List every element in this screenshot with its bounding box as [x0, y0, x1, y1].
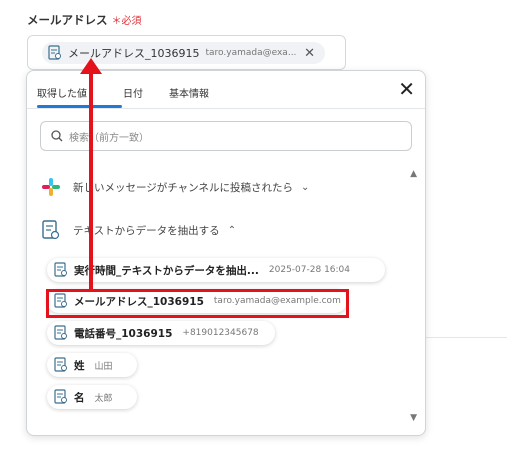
- chevron-down-icon: ⌄: [300, 181, 310, 193]
- search-input[interactable]: 検索（前方一致）: [40, 121, 412, 151]
- scroll-up-icon[interactable]: ▲: [410, 169, 417, 179]
- tab-retrieved-values[interactable]: 取得した値: [37, 85, 87, 100]
- document-icon: [54, 357, 67, 372]
- group-slack-trigger[interactable]: 新しいメッセージがチャンネルに投稿されたら ⌄: [41, 177, 309, 197]
- slack-icon: [42, 178, 60, 196]
- document-icon: [54, 389, 67, 404]
- value-picker-panel: 取得した値 日付 基本情報 ✕ 検索（前方一致） ▲ ▼ 新しいメッセージがチャ…: [26, 70, 426, 436]
- required-mark: ＊必須: [111, 16, 142, 27]
- item-value: 山田: [94, 361, 113, 372]
- list-item[interactable]: 電話番号_1036915 +819012345678: [47, 321, 275, 345]
- email-field[interactable]: メールアドレス_1036915 taro.yamada@exa... ✕: [27, 35, 346, 70]
- chip-value: taro.yamada@exa...: [205, 48, 297, 58]
- close-icon[interactable]: ✕: [304, 46, 315, 61]
- group-extract-text[interactable]: テキストからデータを抽出する ⌃: [41, 219, 236, 241]
- item-value: +819012345678: [182, 328, 259, 338]
- search-placeholder: 検索（前方一致）: [69, 132, 149, 144]
- tab-date[interactable]: 日付: [123, 85, 143, 100]
- group-label: テキストからデータを抽出する: [73, 224, 220, 237]
- close-icon[interactable]: ✕: [398, 79, 415, 99]
- tab-bar: 取得した値 日付 基本情報 ✕: [27, 71, 425, 109]
- search-icon: [51, 130, 63, 142]
- tab-basic-info[interactable]: 基本情報: [169, 85, 209, 100]
- item-value: 太郎: [94, 393, 113, 404]
- scroll-down-icon[interactable]: ▼: [410, 413, 417, 423]
- list-item[interactable]: 実行時間_テキストからデータを抽出... 2025-07-28 16:04: [47, 258, 385, 282]
- item-value: 2025-07-28 16:04: [268, 265, 351, 275]
- document-icon: [48, 45, 61, 60]
- chevron-up-icon: ⌃: [227, 224, 237, 236]
- item-name: 姓: [74, 359, 85, 372]
- document-icon: [54, 325, 67, 340]
- document-icon: [42, 220, 60, 240]
- field-label: メールアドレス ＊必須: [27, 12, 142, 28]
- list-item[interactable]: 名 太郎: [47, 385, 137, 409]
- field-label-text: メールアドレス: [27, 13, 108, 27]
- annotation-arrow: [89, 72, 93, 290]
- item-name: 名: [74, 391, 85, 404]
- divider: [424, 337, 507, 338]
- item-name: 実行時間_テキストからデータを抽出...: [74, 264, 259, 277]
- group-label: 新しいメッセージがチャンネルに投稿されたら: [73, 181, 293, 194]
- document-icon: [54, 262, 67, 277]
- list-item[interactable]: 姓 山田: [47, 353, 137, 377]
- annotation-arrow-head: [80, 58, 102, 74]
- item-name: 電話番号_1036915: [74, 327, 173, 340]
- highlight-box: [46, 289, 349, 318]
- tab-divider: [27, 108, 425, 109]
